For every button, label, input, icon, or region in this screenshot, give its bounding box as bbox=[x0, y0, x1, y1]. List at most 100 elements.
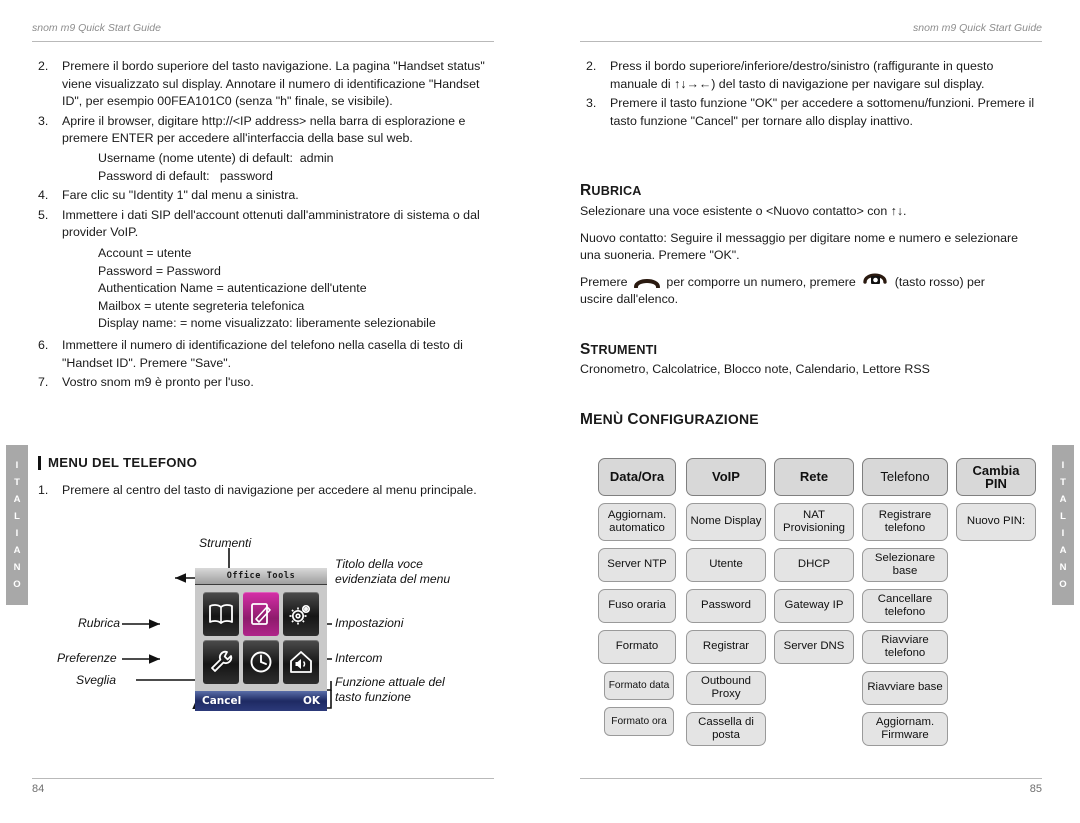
list-item: 2. Press il bordo superiore/inferiore/de… bbox=[580, 58, 1042, 93]
left-content: 2. Premere il bordo superiore del tasto … bbox=[32, 58, 494, 394]
menu-item-selezionare-base[interactable]: Selezionare base bbox=[862, 548, 948, 582]
callout-impostazioni: Impostazioni bbox=[335, 616, 404, 630]
softkey-cancel[interactable]: Cancel bbox=[202, 695, 241, 707]
dial-text-3: (tasto rosso) per bbox=[894, 274, 985, 289]
callout-preferenze: Preferenze bbox=[57, 651, 117, 665]
sip-field: Authentication Name = autenticazione del… bbox=[98, 281, 367, 296]
page-header-left: snom m9 Quick Start Guide bbox=[32, 22, 161, 34]
menu-item-formato[interactable]: Formato bbox=[598, 630, 676, 664]
right-content: 2. Press il bordo superiore/inferiore/de… bbox=[580, 58, 1042, 132]
step-number: 7. bbox=[38, 375, 49, 390]
menu-item-registrare-telefono[interactable]: Registrare telefono bbox=[862, 503, 948, 541]
tab-letter: L bbox=[1060, 511, 1066, 522]
callout-intercom: Intercom bbox=[335, 651, 383, 665]
menu-header-rete[interactable]: Rete bbox=[774, 458, 854, 496]
step-text: Premere il bordo superiore del tasto nav… bbox=[62, 59, 485, 109]
step-number: 3. bbox=[38, 113, 49, 128]
menu-header-data-ora[interactable]: Data/Ora bbox=[598, 458, 676, 496]
rubrica-paragraph: Selezionare una voce esistente o <Nuovo … bbox=[580, 204, 907, 218]
list-item: 2. Premere il bordo superiore del tasto … bbox=[32, 58, 494, 111]
menu-item-nuovo-pin[interactable]: Nuovo PIN: bbox=[956, 503, 1036, 541]
list-item: 3. Aprire il browser, digitare http://<I… bbox=[32, 113, 494, 148]
callout-titolo-voce: Titolo della voce evidenziata del menu bbox=[335, 557, 451, 586]
phonebook-icon[interactable] bbox=[203, 592, 239, 636]
sip-field: Mailbox = utente segreteria telefonica bbox=[98, 298, 305, 313]
menu-item-dhcp[interactable]: DHCP bbox=[774, 548, 854, 582]
section-heading-strumenti: Strumenti bbox=[580, 341, 657, 359]
menu-column-rete: Rete NAT Provisioning DHCP Gateway IP Se… bbox=[774, 458, 854, 671]
call-handset-icon bbox=[633, 278, 660, 289]
intercom-home-icon[interactable] bbox=[283, 640, 319, 684]
credential-line: Username (nome utente) di default: admin bbox=[98, 150, 334, 165]
dial-text-1: Premere bbox=[580, 274, 628, 289]
footer-rule bbox=[32, 778, 494, 779]
step-text: Immettere i dati SIP dell'account ottenu… bbox=[62, 207, 480, 240]
menu-item-server-dns[interactable]: Server DNS bbox=[774, 630, 854, 664]
step-number: 4. bbox=[38, 188, 49, 203]
tab-letter: A bbox=[13, 494, 21, 505]
list-item: 3. Premere il tasto funzione "OK" per ac… bbox=[580, 95, 1042, 130]
section-heading-phone-menu: MENU DEL TELEFONO bbox=[38, 455, 197, 470]
step-text: Premere al centro del tasto di navigazio… bbox=[62, 483, 477, 497]
notes-icon[interactable] bbox=[243, 592, 279, 636]
menu-column-data-ora: Data/Ora Aggiornam. automatico Server NT… bbox=[598, 458, 676, 743]
header-rule bbox=[580, 41, 1042, 42]
hangup-key-icon bbox=[862, 273, 888, 288]
tab-letter: L bbox=[14, 511, 20, 522]
step-number: 2. bbox=[586, 59, 597, 73]
menu-item-registrar[interactable]: Registrar bbox=[686, 630, 766, 664]
right-page: snom m9 Quick Start Guide 2. Press il bo… bbox=[580, 0, 1060, 823]
phone-menu-step: 1. Premere al centro del tasto di naviga… bbox=[32, 482, 494, 502]
step-number: 3. bbox=[586, 96, 597, 111]
menu-item-nat-provisioning[interactable]: NAT Provisioning bbox=[774, 503, 854, 541]
menu-item-gateway-ip[interactable]: Gateway IP bbox=[774, 589, 854, 623]
menu-item-utente[interactable]: Utente bbox=[686, 548, 766, 582]
dial-text-4: uscire dall'elenco. bbox=[580, 292, 679, 307]
strumenti-text: Cronometro, Calcolatrice, Blocco note, C… bbox=[580, 362, 930, 376]
tab-letter: I bbox=[1061, 528, 1065, 539]
clock-icon[interactable] bbox=[243, 640, 279, 684]
menu-item-aggiornamento-automatico[interactable]: Aggiornam. automatico bbox=[598, 503, 676, 541]
menu-subitem-formato-ora[interactable]: Formato ora bbox=[604, 707, 674, 736]
menu-header-voip[interactable]: VoIP bbox=[686, 458, 766, 496]
menu-subitem-formato-data[interactable]: Formato data bbox=[604, 671, 674, 700]
step-text: Aprire il browser, digitare http://<IP a… bbox=[62, 113, 466, 146]
tab-letter: O bbox=[1059, 579, 1067, 590]
callout-strumenti: Strumenti bbox=[199, 536, 252, 550]
document-page: I T A L I A N O I T A L I A N O snom m9 … bbox=[0, 0, 1080, 823]
callout-funzione-attuale: Funzione attuale del tasto funzione bbox=[335, 675, 445, 704]
step-text: Vostro snom m9 è pronto per l'uso. bbox=[62, 375, 254, 390]
menu-item-outbound-proxy[interactable]: Outbound Proxy bbox=[686, 671, 766, 705]
tab-letter: N bbox=[1059, 562, 1067, 573]
menu-item-aggiornamento-firmware[interactable]: Aggiornam. Firmware bbox=[862, 712, 948, 746]
heading-text: MENU DEL TELEFONO bbox=[48, 455, 198, 470]
heading-tick-icon bbox=[38, 455, 41, 470]
menu-item-server-ntp[interactable]: Server NTP bbox=[598, 548, 676, 582]
step-number: 6. bbox=[38, 337, 49, 352]
page-number-left: 84 bbox=[32, 783, 45, 795]
step-text: Fare clic su "Identity 1" dal menu a sin… bbox=[62, 188, 299, 203]
menu-column-cambia-pin: Cambia PIN Nuovo PIN: bbox=[956, 458, 1036, 548]
page-number-right: 85 bbox=[1029, 783, 1042, 795]
menu-item-nome-display[interactable]: Nome Display bbox=[686, 503, 766, 541]
rubrica-body: Selezionare una voce esistente o <Nuovo … bbox=[580, 203, 1042, 309]
wrench-icon[interactable] bbox=[203, 640, 239, 684]
softkey-ok[interactable]: OK bbox=[303, 695, 320, 707]
menu-item-riavviare-base[interactable]: Riavviare base bbox=[862, 671, 948, 705]
menu-item-cancellare-telefono[interactable]: Cancellare telefono bbox=[862, 589, 948, 623]
settings-gears-icon[interactable] bbox=[283, 592, 319, 636]
menu-header-telefono[interactable]: Telefono bbox=[862, 458, 948, 496]
tab-letter: I bbox=[1061, 460, 1065, 471]
tab-letter: I bbox=[15, 460, 19, 471]
menu-item-fuso-oraria[interactable]: Fuso oraria bbox=[598, 589, 676, 623]
language-tab-left: I T A L I A N O bbox=[6, 445, 28, 605]
callout-sveglia: Sveglia bbox=[76, 673, 116, 687]
menu-item-riavviare-telefono[interactable]: Riavviare telefono bbox=[862, 630, 948, 664]
step-number: 1. bbox=[38, 483, 49, 497]
menu-item-password[interactable]: Password bbox=[686, 589, 766, 623]
menu-header-cambia-pin[interactable]: Cambia PIN bbox=[956, 458, 1036, 496]
sip-field: Account = utente bbox=[98, 245, 192, 260]
step-text: Press il bordo superiore/inferiore/destr… bbox=[610, 59, 994, 91]
tab-letter: A bbox=[13, 545, 21, 556]
menu-item-cassella-di-posta[interactable]: Cassella di posta bbox=[686, 712, 766, 746]
